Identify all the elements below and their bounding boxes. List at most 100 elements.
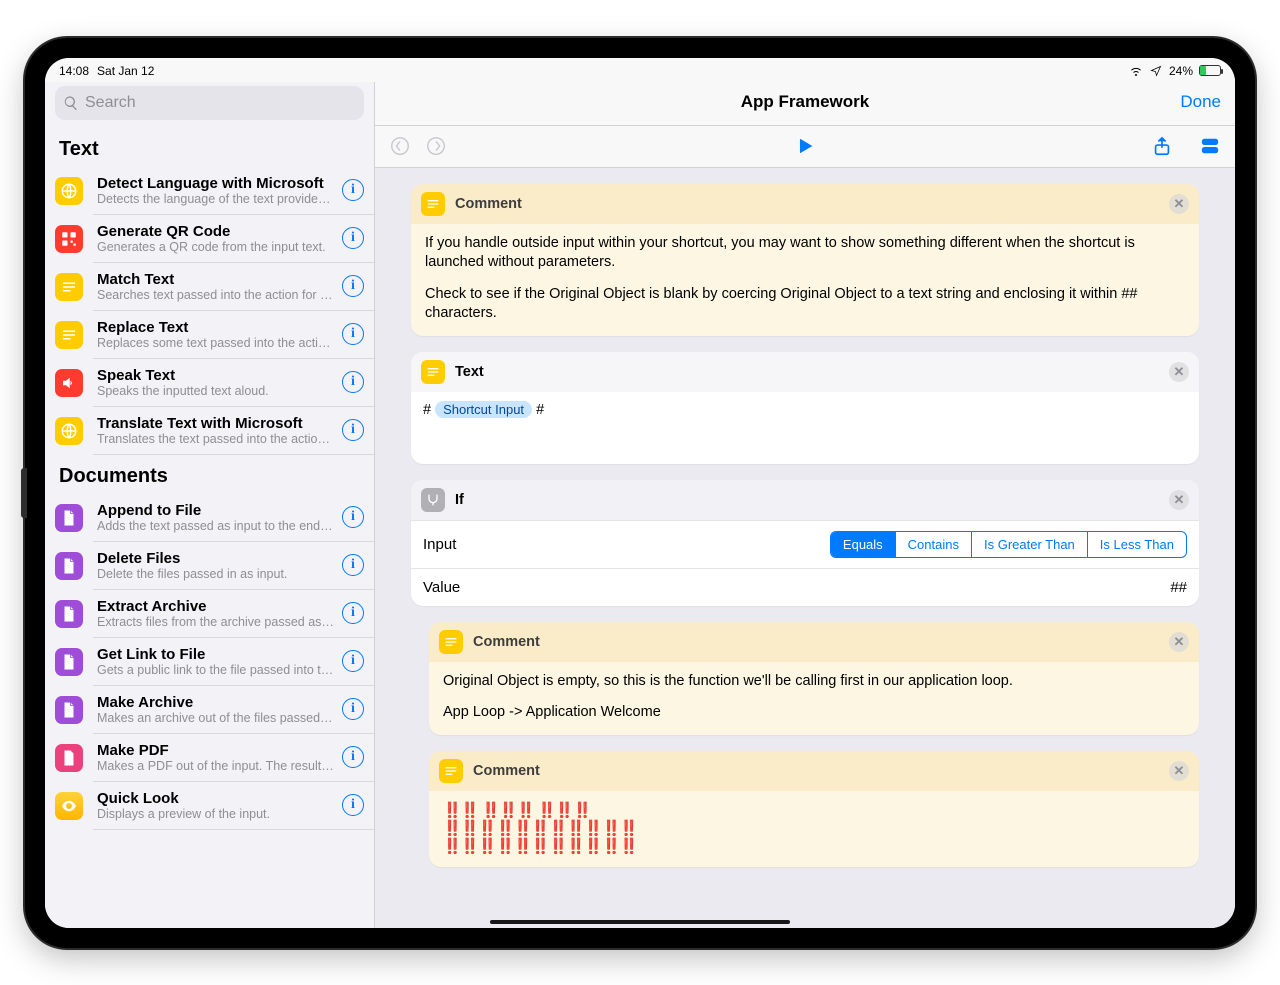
comment-label: Comment xyxy=(473,763,540,779)
action-title: Get Link to File xyxy=(97,646,334,663)
seg-equals[interactable]: Equals xyxy=(831,532,895,557)
comment-icon xyxy=(439,630,463,654)
text-action-item[interactable]: Speak TextSpeaks the inputted text aloud… xyxy=(93,359,374,407)
doc-action-item[interactable]: Quick LookDisplays a preview of the inpu… xyxy=(93,782,374,830)
action-title: Replace Text xyxy=(97,319,334,336)
text-action-body[interactable]: # Shortcut Input # xyxy=(411,392,1199,464)
action-icon xyxy=(55,696,83,724)
info-button[interactable]: i xyxy=(342,179,364,201)
section-text: Text xyxy=(45,128,374,167)
doc-action-item[interactable]: Get Link to FileGets a public link to th… xyxy=(93,638,374,686)
comment-text: Original Object is empty, so this is the… xyxy=(443,672,1185,692)
search-icon xyxy=(63,95,79,111)
action-title: Translate Text with Microsoft xyxy=(97,415,334,432)
shortcut-title: App Framework xyxy=(375,92,1235,112)
redo-button[interactable] xyxy=(421,131,451,161)
info-button[interactable]: i xyxy=(342,554,364,576)
if-value-label: Value xyxy=(423,579,460,596)
play-button[interactable] xyxy=(790,131,820,161)
text-action-item[interactable]: Generate QR CodeGenerates a QR code from… xyxy=(93,215,374,263)
action-icon xyxy=(55,504,83,532)
comment-icon xyxy=(421,192,445,216)
home-indicator[interactable] xyxy=(490,920,790,924)
undo-button[interactable] xyxy=(385,131,415,161)
settings-button[interactable] xyxy=(1195,131,1225,161)
action-subtitle: Displays a preview of the input. xyxy=(97,807,334,821)
delete-action-icon[interactable]: ✕ xyxy=(1169,632,1189,652)
action-subtitle: Replaces some text passed into the actio… xyxy=(97,336,334,350)
info-button[interactable]: i xyxy=(342,602,364,624)
seg-greater[interactable]: Is Greater Than xyxy=(971,532,1087,557)
comment-text: App Loop -> Application Welcome xyxy=(443,703,1185,723)
status-bar: 14:08 Sat Jan 12 24% xyxy=(45,58,1235,82)
doc-action-item[interactable]: Append to FileAdds the text passed as in… xyxy=(93,494,374,542)
text-action-item[interactable]: Match TextSearches text passed into the … xyxy=(93,263,374,311)
workflow-canvas[interactable]: Comment ✕ If you handle outside input wi… xyxy=(375,168,1235,928)
editor-toolbar xyxy=(375,126,1235,168)
text-label: Text xyxy=(455,364,484,380)
comment-action-1[interactable]: Comment ✕ If you handle outside input wi… xyxy=(411,184,1199,336)
share-button[interactable] xyxy=(1147,131,1177,161)
seg-less[interactable]: Is Less Than xyxy=(1087,532,1186,557)
comment-action-3[interactable]: Comment ✕ ‼️‼️ ‼️‼️‼️ ‼️‼️‼️ ‼️‼️‼️‼️‼️‼… xyxy=(429,751,1199,867)
text-action-item[interactable]: Translate Text with MicrosoftTranslates … xyxy=(93,407,374,455)
doc-action-item[interactable]: Extract ArchiveExtracts files from the a… xyxy=(93,590,374,638)
action-subtitle: Speaks the inputted text aloud. xyxy=(97,384,334,398)
delete-action-icon[interactable]: ✕ xyxy=(1169,362,1189,382)
info-button[interactable]: i xyxy=(342,746,364,768)
battery-icon xyxy=(1199,65,1221,76)
doc-action-item[interactable]: Make ArchiveMakes an archive out of the … xyxy=(93,686,374,734)
doc-action-item[interactable]: Make PDFMakes a PDF out of the input. Th… xyxy=(93,734,374,782)
comment-label: Comment xyxy=(473,634,540,650)
magic-variable-token[interactable]: Shortcut Input xyxy=(435,401,532,418)
battery-percent: 24% xyxy=(1169,64,1193,78)
action-icon xyxy=(55,792,83,820)
action-icon xyxy=(55,369,83,397)
if-action[interactable]: If ✕ Input Equals Contains Is Greater Th… xyxy=(411,480,1199,606)
delete-action-icon[interactable]: ✕ xyxy=(1169,490,1189,510)
action-icon xyxy=(55,744,83,772)
action-subtitle: Adds the text passed as input to the end… xyxy=(97,519,334,533)
search-input[interactable]: Search xyxy=(55,86,364,120)
doc-action-item[interactable]: Delete FilesDelete the files passed in a… xyxy=(93,542,374,590)
info-button[interactable]: i xyxy=(342,506,364,528)
info-button[interactable]: i xyxy=(342,323,364,345)
action-title: Generate QR Code xyxy=(97,223,334,240)
action-subtitle: Makes an archive out of the files passed… xyxy=(97,711,334,725)
info-button[interactable]: i xyxy=(342,794,364,816)
action-subtitle: Translates the text passed into the acti… xyxy=(97,432,334,446)
status-date: Sat Jan 12 xyxy=(97,64,154,78)
comment-label: Comment xyxy=(455,196,522,212)
info-button[interactable]: i xyxy=(342,371,364,393)
action-icon xyxy=(55,177,83,205)
delete-action-icon[interactable]: ✕ xyxy=(1169,761,1189,781)
delete-action-icon[interactable]: ✕ xyxy=(1169,194,1189,214)
text-action-item[interactable]: Detect Language with MicrosoftDetects th… xyxy=(93,167,374,215)
done-button[interactable]: Done xyxy=(1180,92,1221,112)
text-suffix: # xyxy=(532,402,544,418)
if-value[interactable]: ## xyxy=(1170,579,1187,596)
wifi-icon xyxy=(1129,65,1143,77)
search-placeholder: Search xyxy=(85,94,136,112)
info-button[interactable]: i xyxy=(342,650,364,672)
seg-contains[interactable]: Contains xyxy=(895,532,971,557)
location-icon xyxy=(1149,65,1163,77)
comment-text: If you handle outside input within your … xyxy=(425,234,1185,273)
comment-icon xyxy=(439,759,463,783)
comment-action-2[interactable]: Comment ✕ Original Object is empty, so t… xyxy=(429,622,1199,735)
if-icon xyxy=(421,488,445,512)
info-button[interactable]: i xyxy=(342,419,364,441)
info-button[interactable]: i xyxy=(342,227,364,249)
if-condition-segmented[interactable]: Equals Contains Is Greater Than Is Less … xyxy=(830,531,1187,558)
comment-text: ‼️‼️‼️‼️‼️‼️‼️‼️‼️‼️‼️ xyxy=(443,819,1185,837)
comment-text: Check to see if the Original Object is b… xyxy=(425,285,1185,324)
info-button[interactable]: i xyxy=(342,275,364,297)
info-button[interactable]: i xyxy=(342,698,364,720)
action-title: Delete Files xyxy=(97,550,334,567)
text-action-item[interactable]: Replace TextReplaces some text passed in… xyxy=(93,311,374,359)
status-time: 14:08 xyxy=(59,64,89,78)
action-icon xyxy=(55,321,83,349)
action-subtitle: Extracts files from the archive passed a… xyxy=(97,615,334,629)
text-action[interactable]: Text ✕ # Shortcut Input # xyxy=(411,352,1199,464)
comment-text: ‼️‼️‼️‼️‼️‼️‼️‼️‼️‼️‼️ xyxy=(443,837,1185,855)
